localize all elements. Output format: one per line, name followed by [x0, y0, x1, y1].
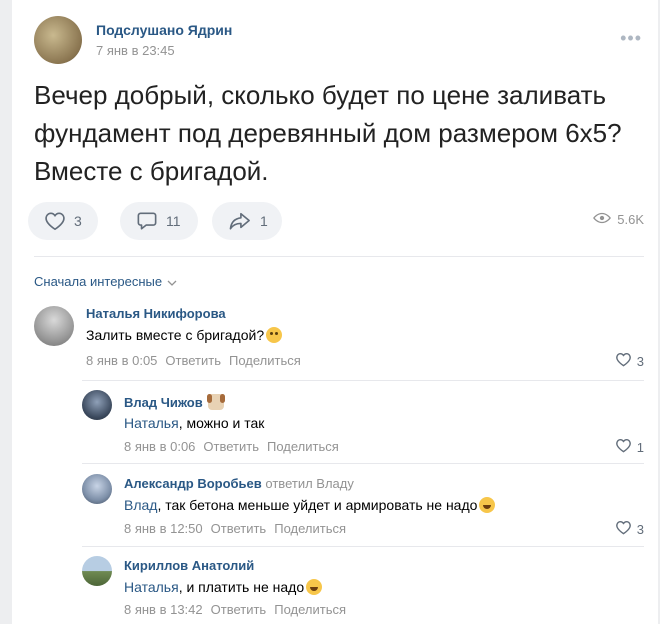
chevron-down-icon [167, 274, 177, 289]
thinking-face-icon [266, 327, 283, 343]
share-button[interactable]: 1 [212, 202, 282, 240]
reply-button[interactable]: Ответить [211, 602, 267, 617]
divider [82, 463, 644, 464]
mention-link[interactable]: Наталья [124, 415, 179, 431]
avatar[interactable] [82, 556, 112, 586]
comment-icon [136, 211, 158, 231]
eye-icon [593, 212, 612, 227]
divider [82, 380, 644, 381]
group-name[interactable]: Подслушано Ядрин [96, 22, 232, 38]
reply-button[interactable]: Ответить [165, 353, 221, 368]
views-counter: 5.6K [593, 212, 644, 227]
post-text: Вечер добрый, сколько будет по цене зали… [34, 80, 622, 186]
like-count: 3 [74, 213, 82, 229]
comment-author[interactable]: Наталья Никифорова [86, 306, 226, 321]
comment: Кириллов Анатолий Наталья, и платить не … [82, 556, 644, 622]
dog-face-icon [207, 394, 226, 410]
comment-meta: 8 янв в 0:05 Ответить Поделиться [86, 353, 309, 368]
comment-meta: 8 янв в 13:42 Ответить Поделиться [124, 602, 354, 617]
share-comment-button[interactable]: Поделиться [274, 602, 346, 617]
comment-like-button[interactable]: 3 [615, 520, 644, 538]
rolling-laughing-face-icon [479, 497, 496, 513]
comment-author[interactable]: Кириллов Анатолий [124, 558, 254, 573]
like-button[interactable]: 3 [28, 202, 98, 240]
comment: Александр Воробьев ответил Владу Влад, т… [82, 474, 644, 542]
post-actions: 3 11 1 5.6K [28, 202, 648, 242]
heart-icon [44, 211, 66, 231]
avatar[interactable] [34, 306, 74, 346]
comment-date[interactable]: 8 янв в 0:06 [124, 439, 195, 454]
post-header: Подслушано Ядрин 7 янв в 23:45 ••• [34, 16, 644, 68]
reply-to-label[interactable]: ответил Владу [265, 476, 353, 491]
heart-icon [615, 520, 632, 538]
comment-like-button[interactable]: 1 [615, 438, 644, 456]
heart-icon [615, 438, 632, 456]
comment-date[interactable]: 8 янв в 13:42 [124, 602, 203, 617]
comment-date[interactable]: 8 янв в 12:50 [124, 521, 203, 536]
comment-date[interactable]: 8 янв в 0:05 [86, 353, 157, 368]
comment-button[interactable]: 11 [120, 202, 198, 240]
comment: Наталья Никифорова Залить вместе с брига… [34, 306, 644, 376]
heart-icon [615, 352, 632, 370]
avatar[interactable] [82, 390, 112, 420]
mention-link[interactable]: Влад [124, 497, 157, 513]
mention-link[interactable]: Наталья [124, 579, 179, 595]
share-comment-button[interactable]: Поделиться [229, 353, 301, 368]
comment-text-content: , и платить не надо [178, 579, 305, 595]
comment-text-content: , так бетона меньше уйдет и армировать н… [157, 497, 478, 513]
comment-like-count: 3 [636, 521, 644, 537]
comment-text: Влад, так бетона меньше уйдет и армирова… [124, 497, 496, 513]
comment-like-count: 3 [636, 353, 644, 369]
post-date[interactable]: 7 янв в 23:45 [96, 43, 175, 58]
comment-like-button[interactable]: 3 [615, 352, 644, 370]
comment-text-content: , можно и так [178, 415, 265, 431]
reply-button[interactable]: Ответить [211, 521, 267, 536]
share-comment-button[interactable]: Поделиться [274, 521, 346, 536]
comment-text: Залить вместе с бригадой? [86, 327, 283, 343]
avatar[interactable] [82, 474, 112, 504]
comment-author[interactable]: Александр Воробьев ответил Владу [124, 476, 354, 491]
group-avatar[interactable] [34, 16, 82, 64]
comment-author-name: Александр Воробьев [124, 476, 262, 491]
comment-author-name: Влад Чижов [124, 395, 203, 410]
divider [82, 546, 644, 547]
more-horizontal-icon[interactable]: ••• [620, 28, 642, 49]
sort-label: Сначала интересные [34, 274, 163, 289]
views-count: 5.6K [617, 212, 644, 227]
comment: Влад Чижов Наталья, можно и так 8 янв в … [82, 390, 644, 458]
comment-author[interactable]: Влад Чижов [124, 394, 226, 410]
grinning-face-icon [306, 579, 323, 595]
share-count: 1 [260, 213, 268, 229]
divider [34, 256, 644, 257]
share-comment-button[interactable]: Поделиться [267, 439, 339, 454]
comment-text: Наталья, можно и так [124, 415, 264, 431]
reply-button[interactable]: Ответить [203, 439, 259, 454]
comment-count: 11 [166, 213, 181, 229]
comment-text: Наталья, и платить не надо [124, 579, 323, 595]
comment-text-content: Залить вместе с бригадой? [86, 327, 265, 343]
share-icon [228, 211, 252, 231]
comments-sort-dropdown[interactable]: Сначала интересные [34, 274, 177, 289]
post-card: Подслушано Ядрин 7 янв в 23:45 ••• Вечер… [12, 0, 658, 624]
comment-like-count: 1 [636, 439, 644, 455]
comment-meta: 8 янв в 12:50 Ответить Поделиться [124, 521, 354, 536]
comment-meta: 8 янв в 0:06 Ответить Поделиться [124, 439, 347, 454]
